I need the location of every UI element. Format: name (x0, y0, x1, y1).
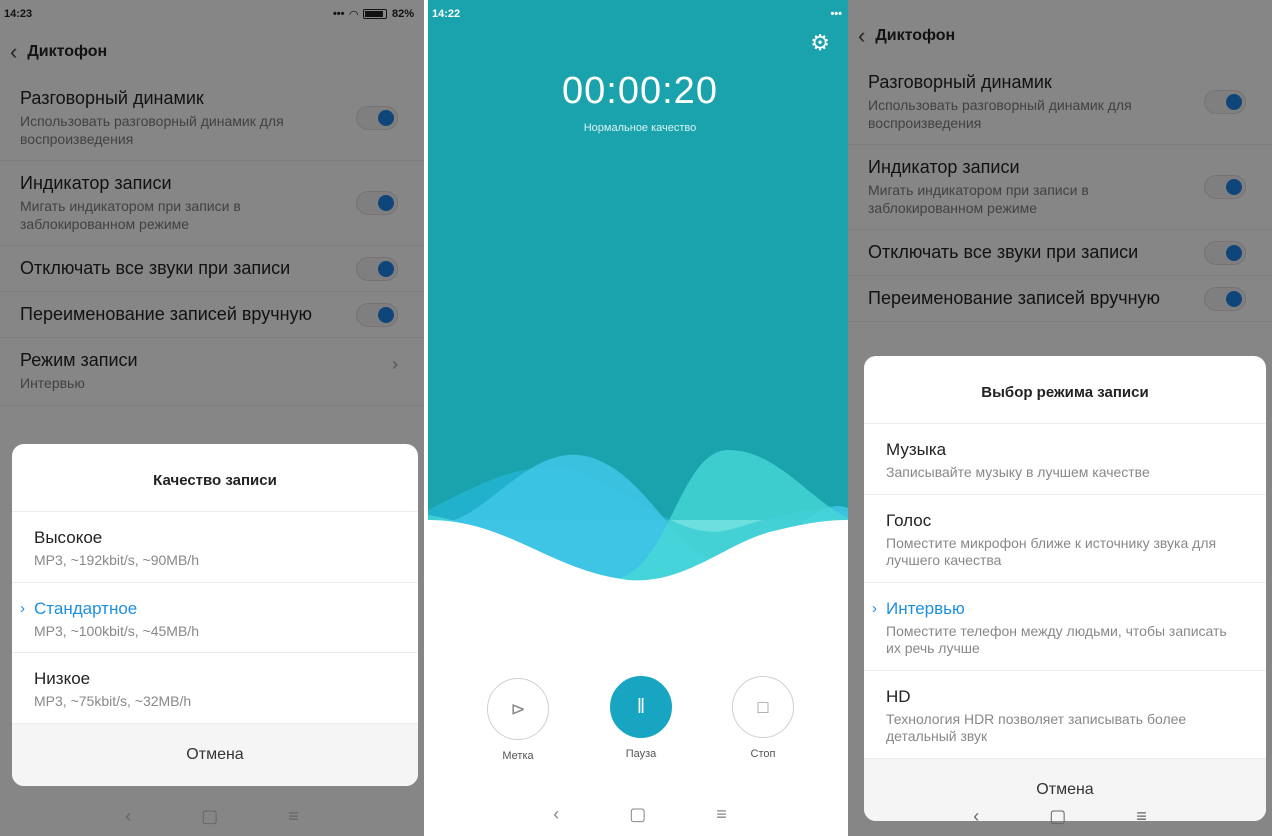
selected-marker-icon: › (872, 599, 877, 617)
stop-button[interactable]: □ (732, 676, 794, 738)
waveform (428, 450, 852, 620)
flag-icon: ⊳ (510, 698, 526, 719)
nav-bar: ‹ ▢ ≡ (428, 794, 852, 834)
nav-home-icon[interactable]: ▢ (1049, 806, 1066, 827)
stop-icon: □ (757, 696, 769, 717)
gear-icon[interactable]: ⚙ (810, 30, 830, 56)
sheet-title: Выбор режима записи (864, 356, 1266, 424)
mode-option-interview[interactable]: › Интервью Поместите телефон между людьм… (864, 583, 1266, 671)
nav-back-icon[interactable]: ‹ (973, 806, 979, 827)
recorder-screen: 14:22 ••• ⚙ 00:00:20 Нормальное качество… (428, 0, 852, 836)
sheet-title: Качество записи (12, 444, 418, 512)
pause-icon: ‖ (636, 695, 646, 718)
mode-option-voice[interactable]: Голос Поместите микрофон ближе к источни… (864, 495, 1266, 583)
cancel-button[interactable]: Отмена (12, 723, 418, 786)
nav-home-icon[interactable]: ▢ (201, 806, 218, 827)
nav-menu-icon[interactable]: ≡ (288, 806, 299, 827)
nav-menu-icon[interactable]: ≡ (1136, 806, 1147, 827)
mark-button[interactable]: ⊳ (487, 678, 549, 740)
nav-home-icon[interactable]: ▢ (629, 804, 646, 825)
status-bar: 14:22 ••• (428, 0, 852, 28)
quality-label: Нормальное качество (583, 122, 697, 134)
nav-back-icon[interactable]: ‹ (125, 806, 131, 827)
status-time: 14:22 (432, 8, 461, 20)
quality-option-standard[interactable]: › Стандартное MP3, ~100kbit/s, ~45MB/h (12, 583, 418, 653)
selected-marker-icon: › (20, 599, 25, 617)
signal-icon: ••• (830, 8, 842, 20)
left-settings-screen: 14:23 ••• ◠ 82% ‹ Диктофон Разговорный д… (0, 0, 424, 836)
mode-option-hd[interactable]: HD Технология HDR позволяет записывать б… (864, 671, 1266, 759)
quality-sheet: Качество записи Высокое MP3, ~192kbit/s,… (12, 444, 418, 786)
quality-option-high[interactable]: Высокое MP3, ~192kbit/s, ~90MB/h (12, 512, 418, 583)
pause-label: Пауза (625, 748, 657, 760)
nav-bar: ‹ ▢ ≡ (0, 796, 424, 836)
right-settings-screen: ‹ Диктофон Разговорный динамик Использов… (848, 0, 1272, 836)
mode-option-music[interactable]: Музыка Записывайте музыку в лучшем качес… (864, 424, 1266, 495)
nav-menu-icon[interactable]: ≡ (716, 804, 727, 825)
nav-bar: ‹ ▢ ≡ (848, 796, 1272, 836)
nav-back-icon[interactable]: ‹ (553, 804, 559, 825)
record-mode-sheet: Выбор режима записи Музыка Записывайте м… (864, 356, 1266, 821)
mark-control: ⊳ Метка (486, 678, 550, 762)
stop-control: □ Стоп (731, 676, 795, 760)
pause-control: ‖ Пауза (609, 676, 673, 760)
mark-label: Метка (502, 750, 534, 762)
recording-timer: 00:00:20 (562, 70, 718, 112)
pause-button[interactable]: ‖ (610, 676, 672, 738)
quality-option-low[interactable]: Низкое MP3, ~75kbit/s, ~32MB/h (12, 653, 418, 724)
stop-label: Стоп (750, 748, 776, 760)
